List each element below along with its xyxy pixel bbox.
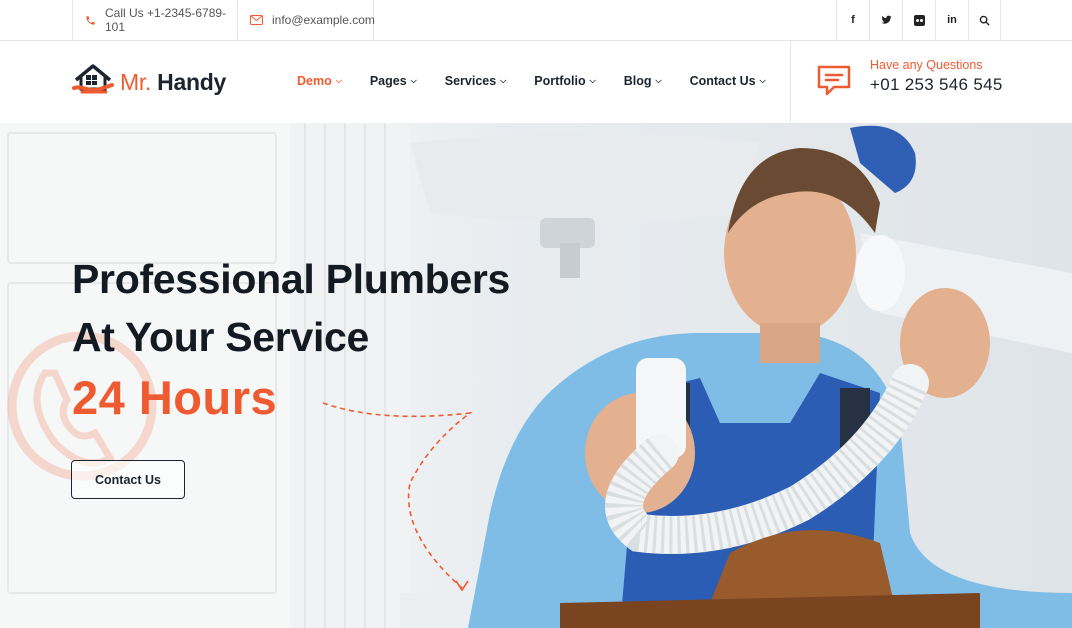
nav-item-pages[interactable]: Pages ⌵ xyxy=(370,74,417,88)
facebook-icon[interactable]: f xyxy=(836,0,869,40)
contact-us-button[interactable]: Contact Us xyxy=(71,460,185,499)
main-nav: Demo ⌵ Pages ⌵ Services ⌵ Portfolio ⌵ Blog ⌵ … xyxy=(297,74,794,88)
top-phone[interactable]: Call Us +1-2345-6789-101 xyxy=(72,0,238,40)
logo-mr: Mr. xyxy=(120,69,152,95)
top-bar: Call Us +1-2345-6789-101 info@example.co… xyxy=(0,0,1072,41)
top-email-text: info@example.com xyxy=(272,13,375,27)
search-icon[interactable] xyxy=(968,0,1001,40)
header-divider xyxy=(790,41,791,123)
nav-label: Portfolio xyxy=(534,74,586,88)
chevron-down-icon: ⌵ xyxy=(410,76,417,85)
nav-item-contact-us[interactable]: Contact Us ⌵ xyxy=(690,74,766,88)
nav-label: Blog xyxy=(623,74,652,88)
house-logo-icon xyxy=(72,63,116,102)
contact-label: Have any Questions xyxy=(870,58,983,72)
contact-phone[interactable]: +01 253 546 545 xyxy=(870,75,1003,95)
nav-label: Contact Us xyxy=(689,74,756,88)
envelope-icon xyxy=(250,15,263,25)
logo-text: Mr. Handy xyxy=(120,69,226,96)
nav-item-portfolio[interactable]: Portfolio ⌵ xyxy=(534,74,595,88)
chevron-down-icon: ⌵ xyxy=(335,76,342,85)
phone-icon xyxy=(85,15,96,26)
chevron-down-icon: ⌵ xyxy=(655,76,662,85)
hero-accent: 24 Hours xyxy=(72,371,278,424)
nav-item-demo[interactable]: Demo ⌵ xyxy=(297,74,342,88)
header-contact[interactable]: Have any Questions +01 253 546 545 xyxy=(816,58,1003,103)
nav-item-blog[interactable]: Blog ⌵ xyxy=(624,74,662,88)
top-email[interactable]: info@example.com xyxy=(238,0,375,40)
logo-handy: Handy xyxy=(157,69,226,95)
hero-title: Professional Plumbers At Your Service xyxy=(72,250,510,366)
hero-section: Professional Plumbers At Your Service 24… xyxy=(0,123,1072,628)
social-links: f in xyxy=(836,0,1001,40)
chevron-down-icon: ⌵ xyxy=(759,76,766,85)
nav-item-services[interactable]: Services ⌵ xyxy=(445,74,507,88)
flickr-icon[interactable] xyxy=(902,0,935,40)
nav-label: Pages xyxy=(369,74,407,88)
chat-question-icon xyxy=(816,64,852,103)
main-header: Mr. Handy Demo ⌵ Pages ⌵ Services ⌵ Portfol… xyxy=(0,41,1072,123)
twitter-icon[interactable] xyxy=(869,0,902,40)
nav-label: Demo xyxy=(297,74,332,88)
chevron-down-icon: ⌵ xyxy=(589,76,596,85)
nav-label: Services xyxy=(444,74,497,88)
logo[interactable]: Mr. Handy xyxy=(72,63,226,102)
hero-title-line1: Professional Plumbers xyxy=(72,256,511,302)
chevron-down-icon: ⌵ xyxy=(500,76,507,85)
hero-title-line2: At Your Service xyxy=(72,314,370,360)
top-phone-text: Call Us +1-2345-6789-101 xyxy=(105,6,227,34)
linkedin-icon[interactable]: in xyxy=(935,0,968,40)
